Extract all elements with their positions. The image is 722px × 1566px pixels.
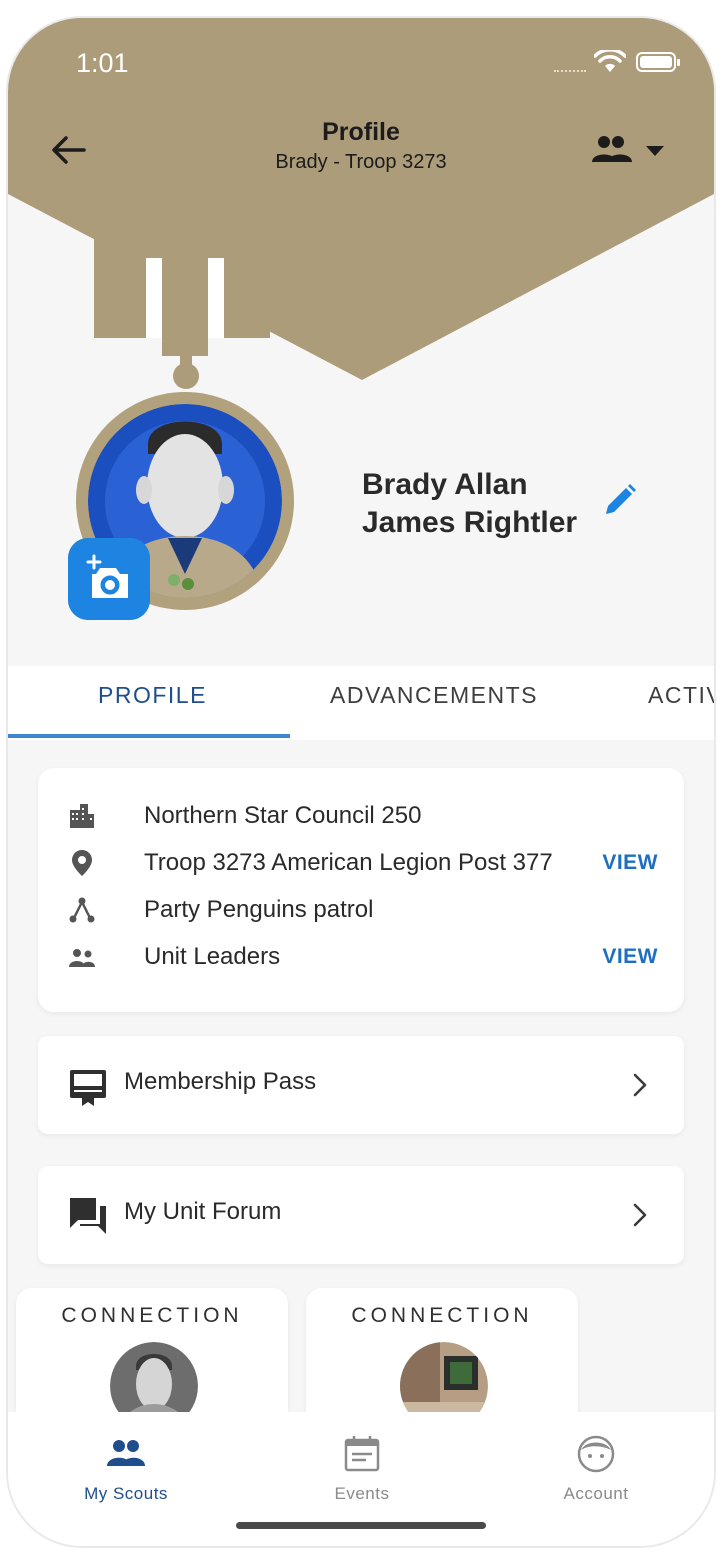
page-title: Profile [322, 118, 400, 146]
location-pin-icon [72, 850, 92, 876]
add-photo-button[interactable] [68, 538, 150, 620]
info-label-unit-leaders: Unit Leaders [144, 943, 281, 970]
info-label-patrol: Party Penguins patrol [144, 896, 374, 923]
chevron-right-icon [633, 1203, 647, 1227]
info-label-troop: Troop 3273 American Legion Post 377 [144, 849, 553, 876]
info-row-unit-leaders: Unit Leaders VIEW [68, 941, 658, 975]
nav-events-label: Events [334, 1484, 390, 1503]
wifi-icon [594, 50, 626, 72]
status-bar: 1:01 [8, 18, 714, 108]
nav-my-scouts-label: My Scouts [84, 1484, 168, 1503]
view-troop-link[interactable]: VIEW [602, 851, 658, 875]
chevron-right-icon [633, 1073, 647, 1097]
unit-info-card: Northern Star Council 250 Troop 3273 Ame… [38, 768, 684, 1012]
membership-card-icon [70, 1070, 106, 1106]
connection-title: CONNECTION [61, 1304, 243, 1327]
profile-tabs: PROFILE ADVANCEMENTS ACTIV [8, 666, 714, 740]
nav-account[interactable]: Account [526, 1434, 666, 1504]
info-label-council: Northern Star Council 250 [144, 802, 422, 829]
unit-forum-row[interactable]: My Unit Forum [38, 1166, 684, 1264]
page-subtitle: Brady - Troop 3273 [275, 151, 447, 173]
info-row-troop: Troop 3273 American Legion Post 377 VIEW [68, 847, 658, 881]
edit-name-pencil-icon[interactable] [602, 482, 638, 518]
forum-icon [70, 1198, 106, 1234]
back-arrow-icon[interactable] [48, 130, 88, 170]
people-icon [592, 136, 632, 162]
cellular-signal-icon [554, 70, 586, 76]
info-row-council: Northern Star Council 250 [68, 800, 658, 834]
phone-screen: 1:01 Profile Brady - Troop 3273 Brady Al… [8, 18, 714, 1546]
scouts-group-icon [107, 1440, 145, 1466]
nav-my-scouts[interactable]: My Scouts [56, 1434, 196, 1504]
calendar-icon [344, 1436, 380, 1472]
battery-icon [636, 52, 680, 72]
home-indicator[interactable] [236, 1522, 486, 1529]
patrol-tree-icon [69, 897, 95, 923]
membership-pass-label: Membership Pass [124, 1068, 317, 1095]
unit-leaders-icon [69, 949, 95, 967]
dropdown-caret-icon [646, 146, 664, 156]
nav-account-label: Account [563, 1484, 629, 1503]
tab-activities[interactable]: ACTIV [648, 682, 714, 709]
account-face-icon [577, 1435, 615, 1473]
building-icon [70, 804, 94, 828]
nav-events[interactable]: Events [292, 1434, 432, 1504]
connection-title: CONNECTION [351, 1304, 533, 1327]
active-tab-indicator [8, 734, 290, 738]
tab-advancements[interactable]: ADVANCEMENTS [330, 682, 538, 709]
unit-forum-label: My Unit Forum [124, 1198, 282, 1225]
header-title-block: Profile Brady - Troop 3273 [208, 118, 514, 174]
view-unit-leaders-link[interactable]: VIEW [602, 945, 658, 969]
membership-pass-row[interactable]: Membership Pass [38, 1036, 684, 1134]
info-row-patrol: Party Penguins patrol [68, 894, 658, 928]
tab-profile[interactable]: PROFILE [98, 682, 207, 709]
scout-switcher-dropdown[interactable] [590, 130, 670, 170]
status-time: 1:01 [76, 48, 129, 78]
profile-name: Brady Allan James Rightler [362, 468, 578, 539]
